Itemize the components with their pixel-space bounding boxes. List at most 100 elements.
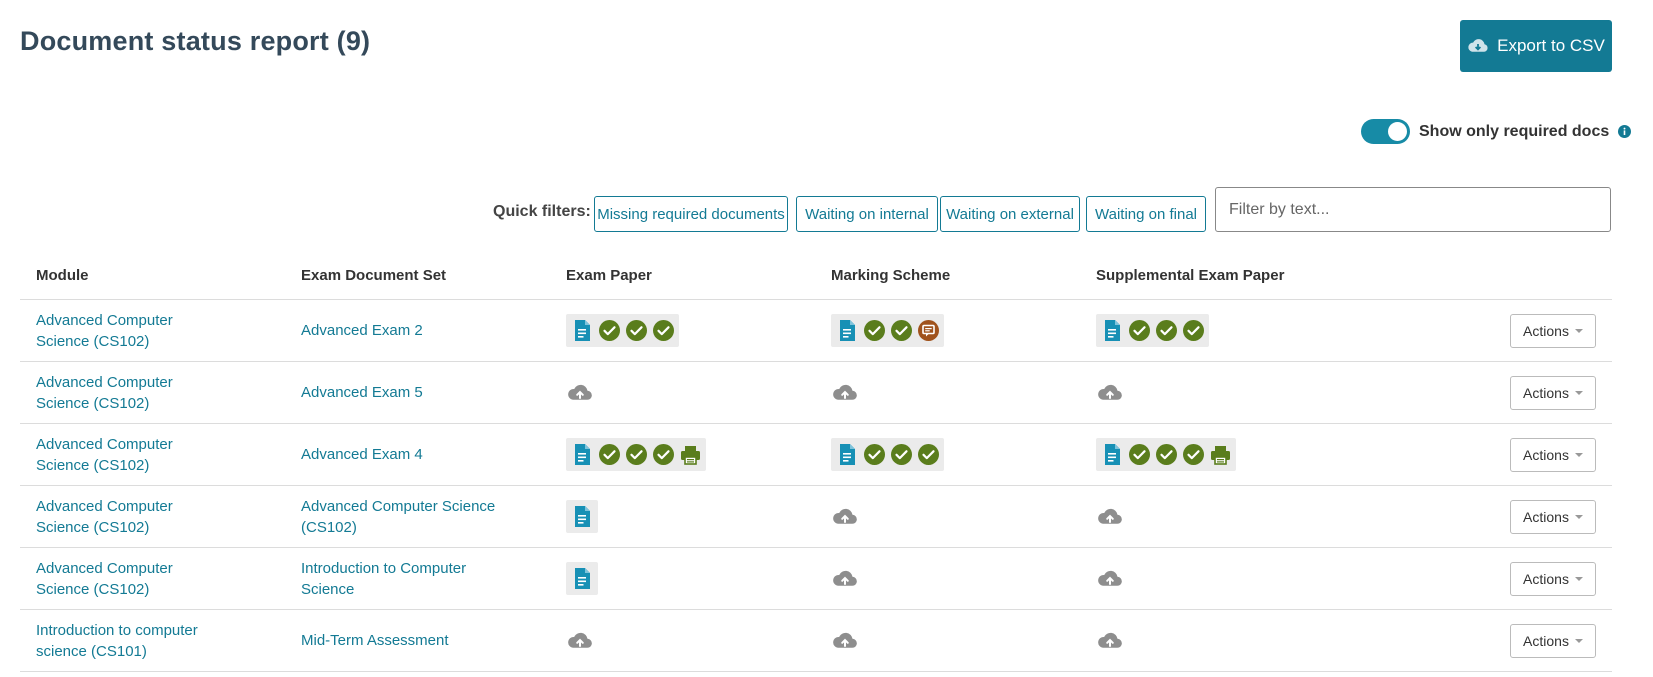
upload-icon[interactable] [1097,568,1123,590]
cloud-download-icon [1467,38,1489,54]
upload-placeholder[interactable] [1096,624,1123,657]
document-status-group[interactable] [566,500,598,533]
check-icon[interactable] [890,444,912,466]
upload-placeholder[interactable] [1096,376,1123,409]
table-row: Advanced Computer Science (CS102) Advance… [20,423,1612,486]
module-cell: Advanced Computer Science (CS102) [20,547,285,610]
table-header-row: Module Exam Document Set Exam Paper Mark… [20,251,1612,300]
upload-placeholder[interactable] [566,624,593,657]
module-link[interactable]: Advanced Computer Science (CS102) [36,372,226,414]
exam-document-set-cell: Advanced Computer Science (CS102) [285,485,550,548]
upload-icon[interactable] [567,630,593,652]
upload-icon[interactable] [1097,382,1123,404]
actions-dropdown-button[interactable]: Actions [1510,313,1596,348]
comment-icon[interactable] [917,320,939,342]
column-header-exam-document-set: Exam Document Set [285,251,550,300]
check-icon[interactable] [652,320,674,342]
print-icon[interactable] [1209,444,1231,466]
exam-document-set-link[interactable]: Advanced Exam 4 [301,444,423,465]
upload-icon[interactable] [1097,506,1123,528]
doc-icon[interactable] [571,506,593,528]
upload-placeholder[interactable] [831,624,858,657]
check-icon[interactable] [863,320,885,342]
doc-icon[interactable] [571,568,593,590]
filters-row: Quick filters: Missing required document… [0,187,1612,234]
module-link[interactable]: Advanced Computer Science (CS102) [36,310,226,352]
check-icon[interactable] [1182,444,1204,466]
filter-waiting-external-button[interactable]: Waiting on external [940,196,1080,232]
module-link[interactable]: Introduction to computer science (CS101) [36,620,226,662]
upload-icon[interactable] [832,630,858,652]
actions-dropdown-button[interactable]: Actions [1510,437,1596,472]
actions-dropdown-button[interactable]: Actions [1510,623,1596,658]
check-icon[interactable] [598,320,620,342]
check-icon[interactable] [1155,444,1177,466]
check-icon[interactable] [625,320,647,342]
module-cell: Advanced Computer Science (CS102) [20,423,285,486]
filter-text-input[interactable] [1215,187,1611,232]
actions-dropdown-button[interactable]: Actions [1510,499,1596,534]
document-status-group[interactable] [566,438,706,471]
caret-down-icon [1574,638,1583,643]
check-icon[interactable] [1155,320,1177,342]
check-icon[interactable] [890,320,912,342]
exam-document-set-link[interactable]: Mid-Term Assessment [301,630,449,651]
check-icon[interactable] [1128,320,1150,342]
upload-icon[interactable] [567,382,593,404]
actions-dropdown-button[interactable]: Actions [1510,561,1596,596]
column-header-actions [1345,251,1612,300]
check-icon[interactable] [652,444,674,466]
marking-scheme-cell [815,485,1080,548]
upload-placeholder[interactable] [831,376,858,409]
doc-icon[interactable] [1101,320,1123,342]
module-link[interactable]: Advanced Computer Science (CS102) [36,434,226,476]
exam-document-set-link[interactable]: Advanced Exam 2 [301,320,423,341]
filter-waiting-final-button[interactable]: Waiting on final [1086,196,1206,232]
exam-paper-cell [550,547,815,610]
check-icon[interactable] [625,444,647,466]
exam-document-set-link[interactable]: Advanced Computer Science (CS102) [301,496,501,538]
doc-icon[interactable] [571,444,593,466]
exam-document-set-link[interactable]: Introduction to Computer Science [301,558,501,600]
module-cell: Advanced Computer Science (CS102) [20,299,285,362]
check-icon[interactable] [1182,320,1204,342]
document-status-group[interactable] [831,438,944,471]
exam-paper-cell [550,361,815,424]
upload-icon[interactable] [1097,630,1123,652]
actions-cell: Actions [1345,609,1612,672]
upload-placeholder[interactable] [831,562,858,595]
print-icon[interactable] [679,444,701,466]
check-icon[interactable] [917,444,939,466]
document-status-group[interactable] [831,314,944,347]
info-icon[interactable] [1618,125,1632,138]
module-link[interactable]: Advanced Computer Science (CS102) [36,496,226,538]
upload-placeholder[interactable] [1096,562,1123,595]
upload-icon[interactable] [832,568,858,590]
export-csv-button[interactable]: Export to CSV [1460,20,1612,72]
check-icon[interactable] [863,444,885,466]
upload-icon[interactable] [832,382,858,404]
exam-document-set-link[interactable]: Advanced Exam 5 [301,382,423,403]
actions-cell: Actions [1345,547,1612,610]
module-link[interactable]: Advanced Computer Science (CS102) [36,558,226,600]
upload-placeholder[interactable] [1096,500,1123,533]
filter-missing-required-button[interactable]: Missing required documents [594,196,788,232]
filter-waiting-internal-button[interactable]: Waiting on internal [796,196,938,232]
upload-placeholder[interactable] [566,376,593,409]
document-status-group[interactable] [1096,438,1236,471]
actions-dropdown-button[interactable]: Actions [1510,375,1596,410]
check-icon[interactable] [598,444,620,466]
upload-placeholder[interactable] [831,500,858,533]
doc-icon[interactable] [1101,444,1123,466]
doc-icon[interactable] [836,444,858,466]
check-icon[interactable] [1128,444,1150,466]
required-docs-toggle-row: Show only required docs [1361,119,1632,144]
actions-label: Actions [1523,570,1569,587]
document-status-group[interactable] [1096,314,1209,347]
doc-icon[interactable] [571,320,593,342]
document-status-group[interactable] [566,562,598,595]
document-status-group[interactable] [566,314,679,347]
doc-icon[interactable] [836,320,858,342]
required-docs-toggle[interactable] [1361,119,1410,144]
upload-icon[interactable] [832,506,858,528]
